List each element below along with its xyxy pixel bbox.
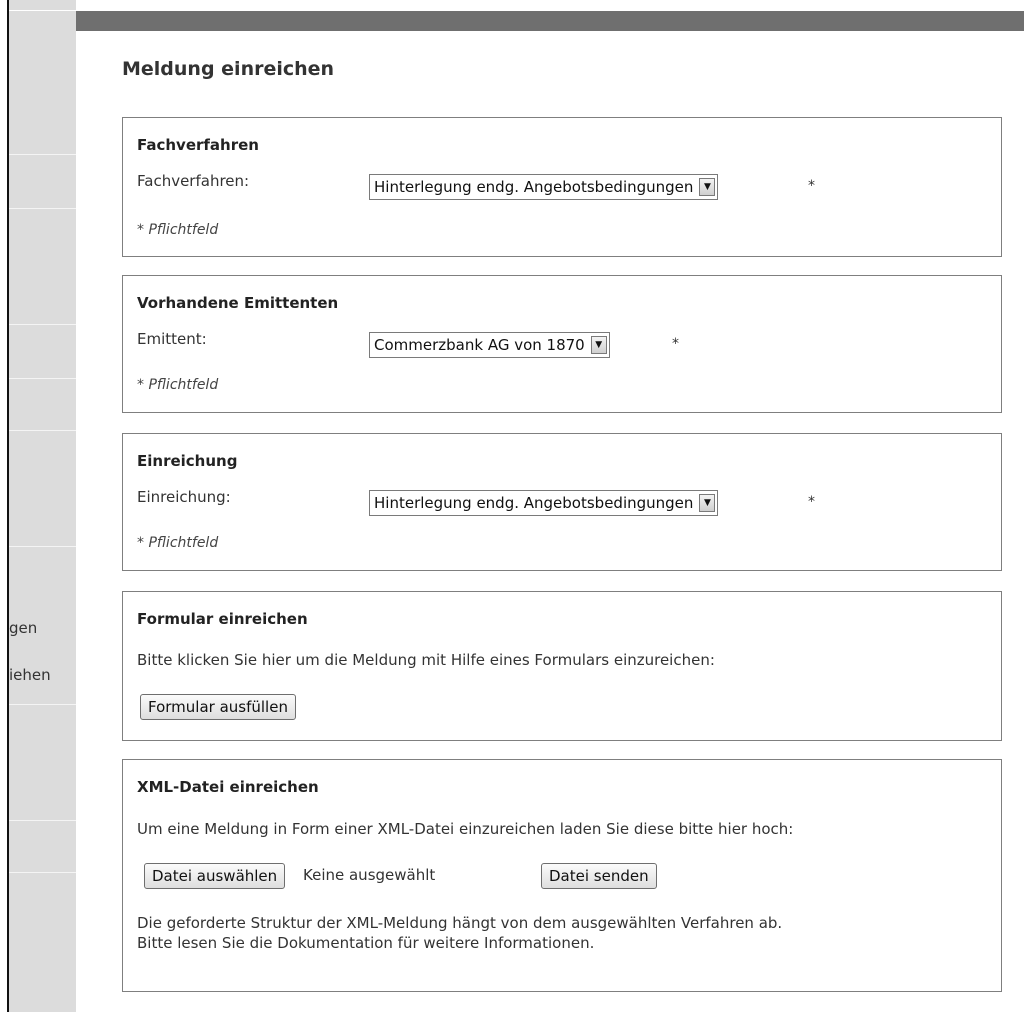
header-bar [76,11,1024,31]
sidebar-divider [9,324,76,325]
sidebar-divider [9,378,76,379]
required-note: * Pflichtfeld [137,535,219,551]
sidebar-item-label[interactable]: gen [9,619,37,637]
window-left-border [0,0,9,1012]
sidebar-divider [9,872,76,873]
sidebar-divider [9,820,76,821]
sidebar: gen iehen [9,0,76,1012]
top-edge [9,10,76,11]
page-title: Meldung einreichen [122,58,335,80]
panel-heading: Vorhandene Emittenten [137,294,339,312]
panel-heading: Formular einreichen [137,610,308,628]
xml-description: Um eine Meldung in Form einer XML-Datei … [137,820,794,838]
formular-panel: Formular einreichen Bitte klicken Sie hi… [122,591,1002,741]
select-value: Commerzbank AG von 1870 [374,336,585,354]
sidebar-divider [9,546,76,547]
panel-heading: Fachverfahren [137,136,259,154]
select-value: Hinterlegung endg. Angebotsbedingungen [374,178,694,196]
chevron-down-icon[interactable]: ▼ [699,494,716,512]
sidebar-divider [9,704,76,705]
required-asterisk: * [672,336,679,352]
emittent-label: Emittent: [137,330,207,348]
xml-structure-note: Die geforderte Struktur der XML-Meldung … [137,914,783,932]
sidebar-item-label[interactable]: iehen [9,666,51,684]
emittenten-panel: Vorhandene Emittenten Emittent: Commerzb… [122,275,1002,413]
emittent-select[interactable]: Commerzbank AG von 1870 ▼ [369,332,610,358]
send-file-button[interactable]: Datei senden [541,863,657,889]
fachverfahren-select[interactable]: Hinterlegung endg. Angebotsbedingungen ▼ [369,174,719,200]
xml-panel: XML-Datei einreichen Um eine Meldung in … [122,759,1002,992]
xml-documentation-note: Bitte lesen Sie die Dokumentation für we… [137,934,595,952]
einreichung-select[interactable]: Hinterlegung endg. Angebotsbedingungen ▼ [369,490,719,516]
formular-ausfuellen-button[interactable]: Formular ausfüllen [140,694,296,720]
fachverfahren-panel: Fachverfahren Fachverfahren: Hinterlegun… [122,117,1002,257]
select-value: Hinterlegung endg. Angebotsbedingungen [374,494,694,512]
sidebar-divider [9,430,76,431]
required-asterisk: * [808,178,815,194]
panel-heading: Einreichung [137,452,238,470]
no-file-selected-text: Keine ausgewählt [303,866,436,884]
required-asterisk: * [808,494,815,510]
chevron-down-icon[interactable]: ▼ [699,178,716,196]
fachverfahren-label: Fachverfahren: [137,172,250,190]
panel-heading: XML-Datei einreichen [137,778,319,796]
einreichung-label: Einreichung: [137,488,231,506]
required-note: * Pflichtfeld [137,377,219,393]
sidebar-divider [9,208,76,209]
choose-file-button[interactable]: Datei auswählen [144,863,286,889]
chevron-down-icon[interactable]: ▼ [590,336,607,354]
formular-description: Bitte klicken Sie hier um die Meldung mi… [137,651,715,669]
required-note: * Pflichtfeld [137,222,219,238]
sidebar-divider [9,154,76,155]
einreichung-panel: Einreichung Einreichung: Hinterlegung en… [122,433,1002,571]
